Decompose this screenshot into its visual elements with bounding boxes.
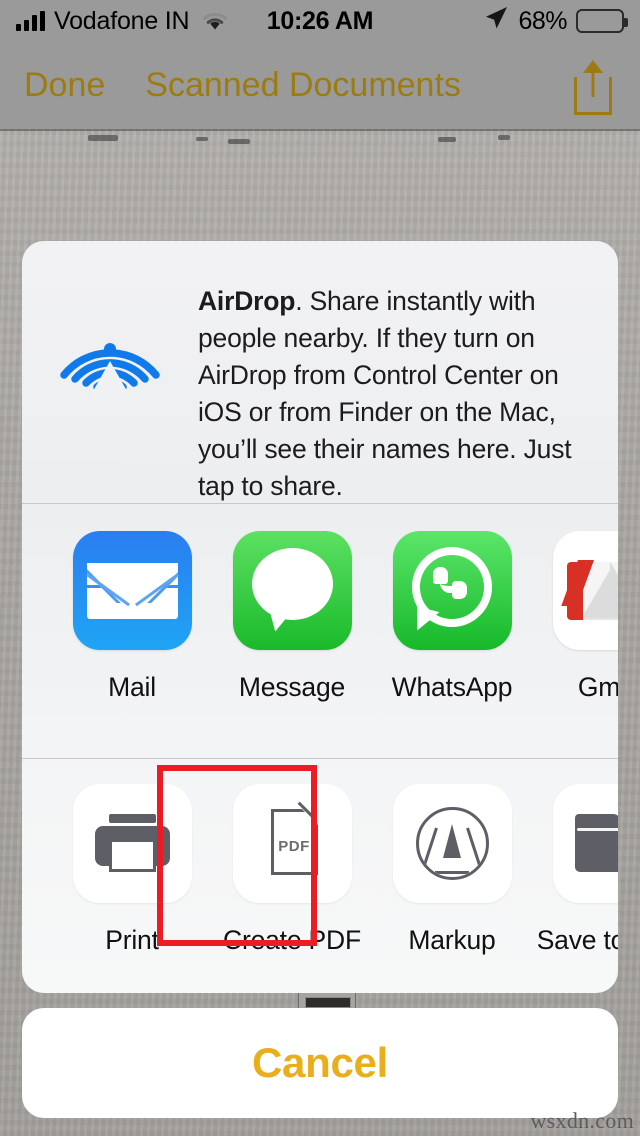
airdrop-description-text: . Share instantly with people nearby. If… — [198, 286, 572, 501]
iphone-screen: Vodafone IN 10:26 AM 68% Done Scanned Do… — [0, 0, 640, 1136]
pdf-icon-text: PDF — [278, 838, 310, 855]
watermark: wsxdn.com — [530, 1108, 634, 1133]
action-create-pdf[interactable]: PDF Create PDF — [212, 784, 372, 993]
gmail-icon — [552, 531, 618, 650]
cancel-button-label: Cancel — [252, 1039, 388, 1086]
status-bar: Vodafone IN 10:26 AM 68% — [0, 0, 640, 42]
share-target-label: WhatsApp — [391, 672, 513, 702]
status-bar-right-group: 68% — [483, 5, 628, 38]
action-markup[interactable]: Markup — [372, 784, 532, 993]
messages-icon — [232, 531, 352, 650]
airdrop-description: AirDrop. Share instantly with people nea… — [198, 283, 592, 503]
done-button[interactable]: Done — [24, 66, 105, 105]
battery-percent-label: 68% — [518, 6, 567, 35]
share-target-whatsapp[interactable]: WhatsApp — [372, 531, 532, 758]
share-target-message[interactable]: Message — [212, 531, 372, 758]
action-save-to-files[interactable]: Save to Files — [532, 784, 618, 993]
share-target-gmail[interactable]: Gmail — [532, 531, 618, 758]
action-print[interactable]: Print — [52, 784, 212, 993]
airdrop-section[interactable]: AirDrop. Share instantly with people nea… — [22, 241, 618, 503]
share-sheet: AirDrop. Share instantly with people nea… — [22, 241, 618, 993]
page-title: Scanned Documents — [145, 66, 461, 104]
pdf-document-icon: PDF — [232, 784, 352, 903]
action-targets-row: Print PDF Create PDF Markup Save to — [22, 759, 618, 993]
airdrop-icon — [50, 289, 170, 411]
battery-icon — [576, 9, 628, 33]
action-label: Create PDF — [223, 925, 361, 955]
action-label: Print — [105, 925, 159, 955]
share-target-label: Mail — [108, 672, 156, 702]
app-targets-row: Mail Message WhatsApp Gm — [22, 504, 618, 758]
mail-icon — [72, 531, 192, 650]
share-target-mail[interactable]: Mail — [52, 531, 212, 758]
markup-pen-icon — [392, 784, 512, 903]
navigation-bar: Done Scanned Documents — [0, 42, 640, 129]
location-arrow-icon — [483, 5, 509, 38]
whatsapp-icon — [392, 531, 512, 650]
printer-icon — [72, 784, 192, 903]
folder-icon — [552, 784, 618, 903]
action-label: Markup — [408, 925, 496, 955]
cancel-button[interactable]: Cancel — [22, 1008, 618, 1118]
action-label: Save to Files — [536, 925, 618, 955]
share-icon[interactable] — [570, 57, 616, 115]
share-target-label: Gmail — [577, 672, 618, 702]
airdrop-title: AirDrop — [198, 286, 296, 316]
share-target-label: Message — [238, 672, 346, 702]
